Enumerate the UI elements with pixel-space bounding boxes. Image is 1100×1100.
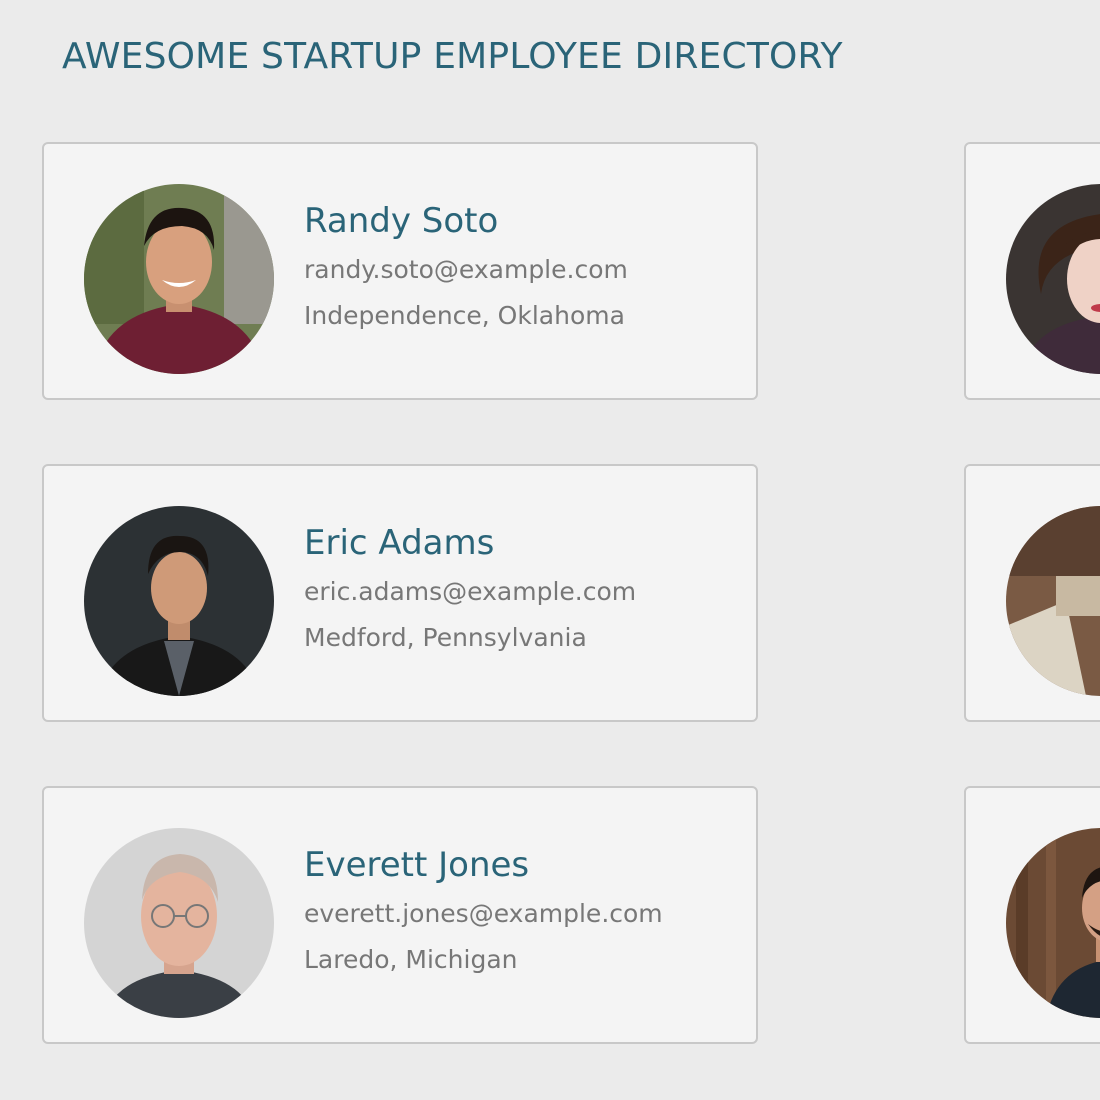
avatar-photo — [1006, 506, 1100, 696]
avatar-photo — [84, 184, 274, 374]
employee-name: Eric Adams — [304, 523, 495, 563]
employee-directory-page: AWESOME STARTUP EMPLOYEE DIRECTORY Randy… — [0, 0, 1100, 1100]
employee-email: everett.jones@example.com — [304, 899, 663, 928]
avatar-photo — [84, 828, 274, 1018]
employee-email: randy.soto@example.com — [304, 255, 628, 284]
employee-location: Laredo, Michigan — [304, 945, 518, 974]
employee-card[interactable]: Randy Soto randy.soto@example.com Indepe… — [42, 142, 758, 400]
page-title: AWESOME STARTUP EMPLOYEE DIRECTORY — [62, 36, 843, 77]
employee-name: Randy Soto — [304, 201, 499, 241]
employee-card[interactable]: Everett Jones everett.jones@example.com … — [42, 786, 758, 1044]
employee-card[interactable] — [964, 464, 1100, 722]
employee-card[interactable]: Eric Adams eric.adams@example.com Medfor… — [42, 464, 758, 722]
employee-card[interactable] — [964, 142, 1100, 400]
avatar — [1006, 506, 1100, 696]
avatar — [84, 184, 274, 374]
employee-info: Randy Soto randy.soto@example.com Indepe… — [304, 200, 746, 332]
avatar-photo — [1006, 828, 1100, 1018]
employee-email: eric.adams@example.com — [304, 577, 637, 606]
employee-card[interactable] — [964, 786, 1100, 1044]
avatar — [1006, 828, 1100, 1018]
avatar — [84, 506, 274, 696]
avatar-photo — [84, 506, 274, 696]
employee-location: Independence, Oklahoma — [304, 301, 625, 330]
avatar — [84, 828, 274, 1018]
employee-info: Eric Adams eric.adams@example.com Medfor… — [304, 522, 746, 654]
employee-name: Everett Jones — [304, 845, 530, 885]
employee-info: Everett Jones everett.jones@example.com … — [304, 844, 746, 976]
avatar-photo — [1006, 184, 1100, 374]
employee-location: Medford, Pennsylvania — [304, 623, 587, 652]
avatar — [1006, 184, 1100, 374]
